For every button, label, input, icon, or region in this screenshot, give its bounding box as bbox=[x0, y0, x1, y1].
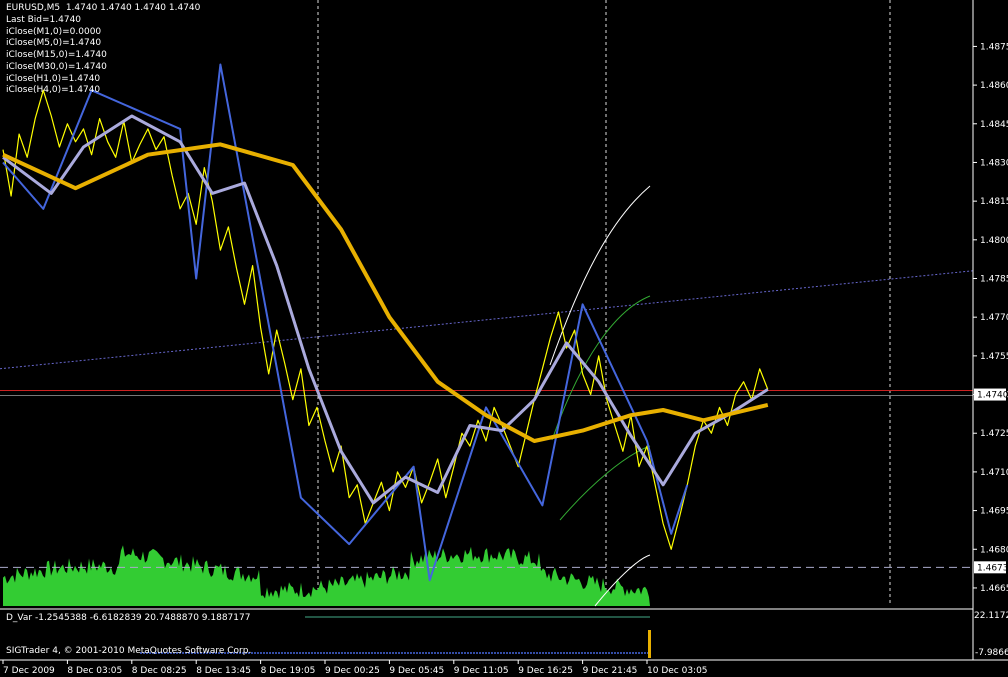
x-tick-label: 8 Dec 13:45 bbox=[196, 666, 251, 676]
indicator-label: D_Var -1.2545388 -6.6182839 20.7488870 9… bbox=[6, 613, 251, 623]
y-tick-label: 1.4785 bbox=[980, 275, 1008, 285]
x-tick-label: 9 Dec 21:45 bbox=[583, 666, 638, 676]
y-tick-label: 1.4845 bbox=[980, 120, 1008, 130]
indicator-bar bbox=[648, 630, 651, 658]
x-tick-label: 9 Dec 05:45 bbox=[389, 666, 444, 676]
x-tick-label: 8 Dec 03:05 bbox=[67, 666, 122, 676]
y-tick-label: 1.4695 bbox=[980, 507, 1008, 517]
y-tick-label: 1.4815 bbox=[980, 197, 1008, 207]
current-price-label: 1.4740 bbox=[977, 391, 1008, 401]
marked-level-label: 1.4673 bbox=[977, 563, 1008, 573]
y-tick-label: 1.4875 bbox=[980, 42, 1008, 52]
symbol-header: EURUSD,M5 1.4740 1.4740 1.4740 1.4740 bbox=[6, 3, 201, 13]
info-line: iClose(M15,0)=1.4740 bbox=[6, 50, 107, 61]
info-line: iClose(M1,0)=0.0000 bbox=[6, 26, 102, 37]
info-line: iClose(H4,0)=1.4740 bbox=[6, 85, 101, 96]
y-tick-label: 1.4860 bbox=[980, 81, 1008, 91]
x-tick-label: 8 Dec 19:05 bbox=[261, 666, 316, 676]
y-tick-label: 1.4755 bbox=[980, 352, 1008, 362]
y-tick-label: 1.4680 bbox=[980, 545, 1008, 555]
info-line: Last Bid=1.4740 bbox=[6, 15, 82, 25]
info-line: iClose(H1,0)=1.4740 bbox=[6, 73, 101, 84]
y-tick-label: 1.4770 bbox=[980, 313, 1008, 323]
subwindow-scale-top: 22.1172 bbox=[974, 611, 1008, 621]
y-tick-label: 1.4830 bbox=[980, 158, 1008, 168]
x-tick-label: 9 Dec 11:05 bbox=[454, 666, 509, 676]
y-tick-label: 1.4710 bbox=[980, 468, 1008, 478]
x-tick-label: 9 Dec 00:25 bbox=[325, 666, 380, 676]
y-tick-label: 1.4725 bbox=[980, 429, 1008, 439]
subwindow-scale-bottom: -7.98664 bbox=[975, 648, 1008, 658]
info-line: iClose(M5,0)=1.4740 bbox=[6, 38, 102, 49]
trading-chart[interactable]: 1.4665 1.4680 1.4695 1.4710 1.4725 1.4740 1.47… bbox=[0, 0, 1008, 677]
y-tick-label: 1.4665 bbox=[980, 584, 1008, 594]
x-tick-label: 8 Dec 08:25 bbox=[132, 666, 187, 676]
x-tick-label: 9 Dec 16:25 bbox=[518, 666, 573, 676]
x-tick-label: 10 Dec 03:05 bbox=[647, 666, 708, 676]
copyright-text: SIGTrader 4, © 2001-2010 MetaQuotes Soft… bbox=[6, 646, 252, 656]
info-line: iClose(M30,0)=1.4740 bbox=[6, 61, 107, 72]
y-tick-label: 1.4800 bbox=[980, 236, 1008, 246]
x-tick-label: 7 Dec 2009 bbox=[3, 666, 55, 676]
